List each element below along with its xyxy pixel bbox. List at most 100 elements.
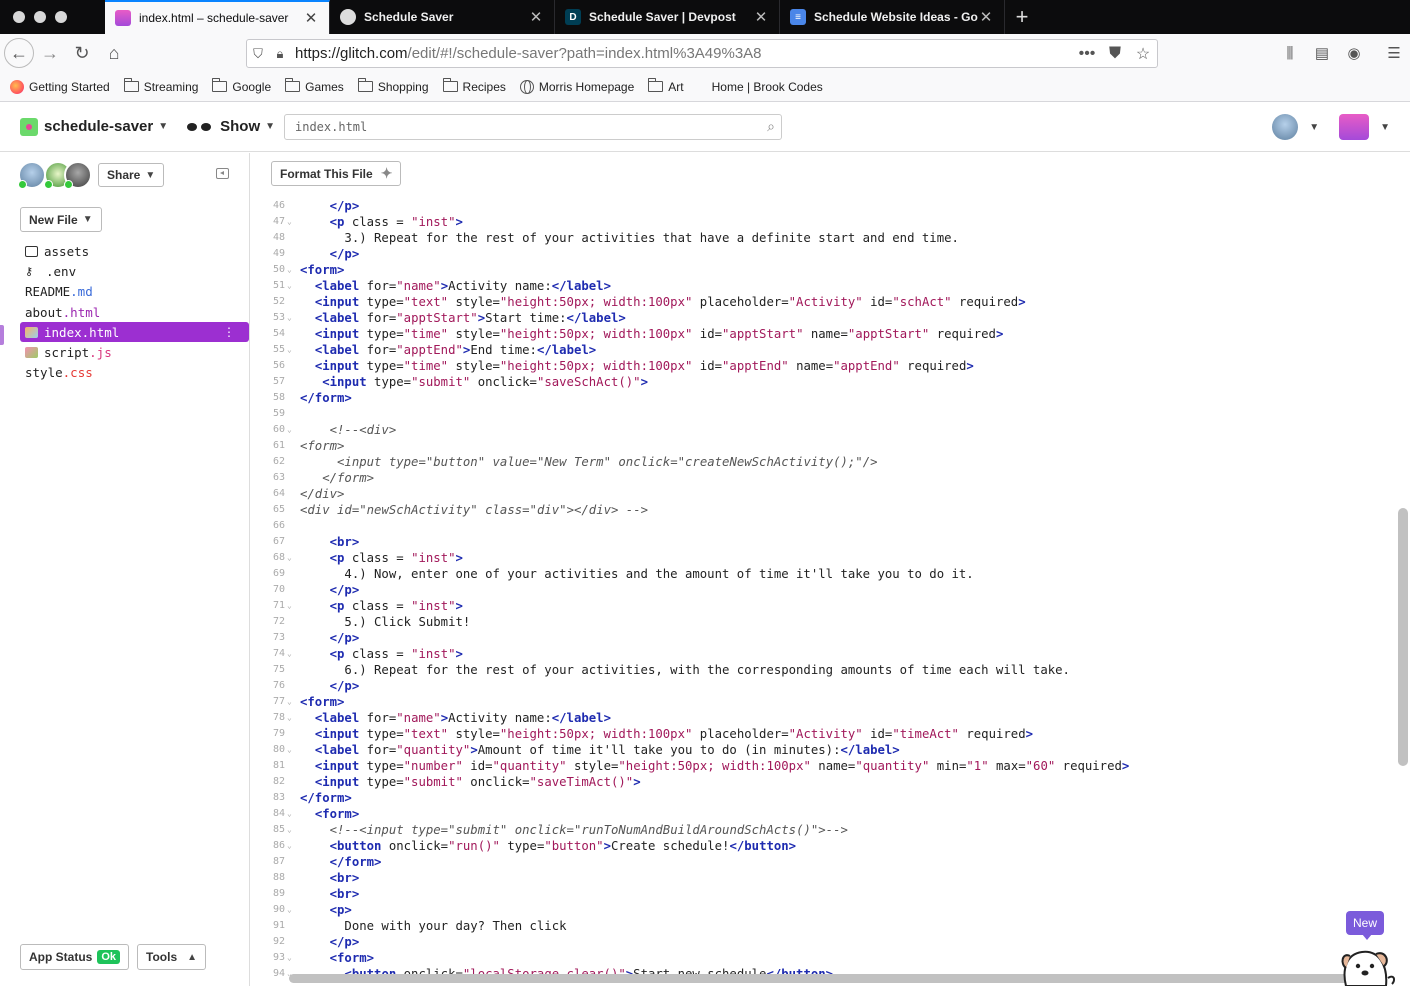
- code-text: <input type="time" style="height:50px; w…: [300, 326, 1396, 342]
- vertical-scrollbar[interactable]: [1397, 198, 1408, 978]
- shield-icon[interactable]: ⛉: [247, 46, 269, 62]
- file-item[interactable]: index .html ⋮: [20, 322, 249, 343]
- bookmarks-toolbar: Getting Started Streaming Google Games Shopp…: [0, 72, 1410, 102]
- code-token: <input: [314, 727, 360, 741]
- zoom-window-button[interactable]: [55, 11, 67, 23]
- horizontal-scrollbar[interactable]: [289, 974, 1359, 983]
- file-item[interactable]: ⚷ .env: [0, 261, 249, 281]
- file-options-icon[interactable]: ⋮: [223, 325, 235, 339]
- project-menu[interactable]: schedule-saver ▼: [20, 117, 168, 136]
- fold-chevron-icon[interactable]: ⌄: [285, 742, 300, 758]
- browser-tab-index-html[interactable]: index.html – schedule-saver ✕: [105, 0, 330, 34]
- glitch-dog-mascot-icon[interactable]: [1336, 940, 1396, 986]
- fold-chevron-icon[interactable]: ⌄: [285, 598, 300, 614]
- scrollbar-thumb[interactable]: [1398, 508, 1408, 766]
- code-line: 74 ⌄ <p class = "inst">: [251, 646, 1396, 662]
- app-status-button[interactable]: App Status Ok: [20, 944, 130, 970]
- user-avatar[interactable]: [1272, 114, 1299, 140]
- browser-tab-google-doc[interactable]: ≡ Schedule Website Ideas - Goog ✕: [780, 0, 1005, 34]
- file-item[interactable]: about .html: [0, 302, 249, 322]
- new-tab-plus-icon[interactable]: +: [1005, 0, 1039, 34]
- fold-chevron-icon[interactable]: ⌄: [285, 710, 300, 726]
- code-text: <input type="submit" onclick="saveTimAct…: [300, 774, 1396, 790]
- close-tab-icon[interactable]: ✕: [978, 8, 994, 26]
- fold-chevron-icon[interactable]: ⌄: [285, 278, 300, 294]
- fold-chevron-icon[interactable]: ⌄: [285, 838, 300, 854]
- bookmark-item[interactable]: Morris Homepage: [519, 79, 634, 94]
- bookmark-item[interactable]: Recipes: [442, 78, 506, 94]
- lock-icon[interactable]: 🔒︎: [269, 46, 291, 62]
- page-actions-icon[interactable]: •••: [1073, 45, 1101, 63]
- code-token: "height:50px; width:100px": [499, 295, 693, 309]
- fold-chevron-icon[interactable]: ⌄: [285, 646, 300, 662]
- code-token: style=: [448, 359, 500, 373]
- reload-icon[interactable]: ↻: [66, 37, 98, 69]
- bookmark-label: Home | Brook Codes: [711, 79, 823, 94]
- hamburger-menu-icon[interactable]: ☰: [1378, 37, 1410, 69]
- code-area[interactable]: 46 </p> 47 ⌄ <p class = "inst"> 48 3.) Repe…: [251, 198, 1396, 976]
- share-button[interactable]: Share ▼: [98, 163, 165, 187]
- line-number: 48: [272, 232, 285, 243]
- back-arrow-icon[interactable]: ←: [4, 38, 34, 68]
- collaborator-avatar[interactable]: [64, 161, 92, 189]
- tools-button[interactable]: Tools ▲: [137, 944, 207, 970]
- code-token: 6.) Repeat for the rest of your activiti…: [300, 663, 1070, 677]
- url-text[interactable]: https://glitch.com/edit/#!/schedule-save…: [291, 45, 1073, 62]
- bookmark-item[interactable]: Streaming: [123, 78, 198, 94]
- show-menu[interactable]: Show ▼: [186, 118, 275, 135]
- file-item[interactable]: script .js: [0, 342, 249, 362]
- chevron-down-icon[interactable]: ▼: [1309, 122, 1319, 133]
- bookmark-item[interactable]: Home | Brook Codes: [712, 80, 823, 94]
- close-tab-icon[interactable]: ✕: [528, 8, 544, 26]
- fold-chevron-icon[interactable]: ⌄: [285, 902, 300, 918]
- home-icon[interactable]: ⌂: [98, 37, 130, 69]
- browser-tab-devpost[interactable]: D Schedule Saver | Devpost ✕: [555, 0, 780, 34]
- fold-chevron-icon[interactable]: ⌄: [285, 550, 300, 566]
- code-token: Create schedule!: [610, 839, 730, 853]
- bookmark-item[interactable]: Google: [212, 78, 271, 94]
- close-window-button[interactable]: [13, 11, 25, 23]
- search-icon: ⌕: [767, 119, 775, 135]
- fold-chevron-icon[interactable]: ⌄: [285, 694, 300, 710]
- fold-chevron-icon[interactable]: ⌄: [285, 214, 300, 230]
- bookmark-item[interactable]: Shopping: [357, 78, 429, 94]
- fold-chevron-icon[interactable]: ⌄: [285, 806, 300, 822]
- collapse-sidebar-icon[interactable]: [216, 168, 229, 179]
- bookmark-item[interactable]: Games: [285, 78, 344, 94]
- browser-tab-schedule-saver[interactable]: Schedule Saver ✕: [330, 0, 555, 34]
- fold-chevron-icon[interactable]: ⌄: [285, 422, 300, 438]
- new-features-badge[interactable]: New: [1346, 911, 1385, 940]
- code-token: "run()": [448, 839, 500, 853]
- glitch-logo-icon[interactable]: [1339, 114, 1370, 140]
- code-token: </p>: [329, 199, 360, 213]
- minimize-window-button[interactable]: [34, 11, 46, 23]
- forward-arrow-icon[interactable]: →: [34, 37, 66, 69]
- chevron-down-icon[interactable]: ▼: [1380, 122, 1390, 133]
- file-item[interactable]: style .css: [0, 363, 249, 383]
- collaborator-avatar[interactable]: [18, 161, 46, 189]
- account-icon[interactable]: ◉: [1338, 37, 1370, 69]
- fold-chevron-icon[interactable]: ⌄: [285, 262, 300, 278]
- bookmark-item[interactable]: Getting Started: [10, 79, 110, 94]
- url-bar[interactable]: ⛉ 🔒︎ https://glitch.com/edit/#!/schedule…: [246, 39, 1158, 68]
- bookmark-item[interactable]: Art: [648, 78, 684, 94]
- pocket-icon[interactable]: ⛊: [1101, 45, 1129, 63]
- close-tab-icon[interactable]: ✕: [303, 9, 319, 27]
- library-icon[interactable]: ⫼: [1274, 37, 1306, 69]
- bookmark-star-icon[interactable]: ☆: [1129, 44, 1157, 64]
- new-file-button[interactable]: New File ▼: [20, 207, 102, 232]
- close-tab-icon[interactable]: ✕: [753, 8, 769, 26]
- file-item[interactable]: README .md: [0, 282, 249, 302]
- fold-gutter: [285, 662, 300, 678]
- fold-chevron-icon[interactable]: ⌄: [285, 822, 300, 838]
- format-file-button[interactable]: Format This File ✦: [271, 161, 402, 186]
- sidebar-toggle-icon[interactable]: ▤: [1306, 37, 1338, 69]
- fold-chevron-icon[interactable]: ⌄: [285, 950, 300, 966]
- fold-chevron-icon[interactable]: ⌄: [285, 342, 300, 358]
- code-token: <button: [329, 839, 382, 853]
- file-item[interactable]: assets: [0, 241, 249, 261]
- file-search-input[interactable]: index.html ⌕: [284, 114, 782, 140]
- fold-chevron-icon[interactable]: ⌄: [285, 310, 300, 326]
